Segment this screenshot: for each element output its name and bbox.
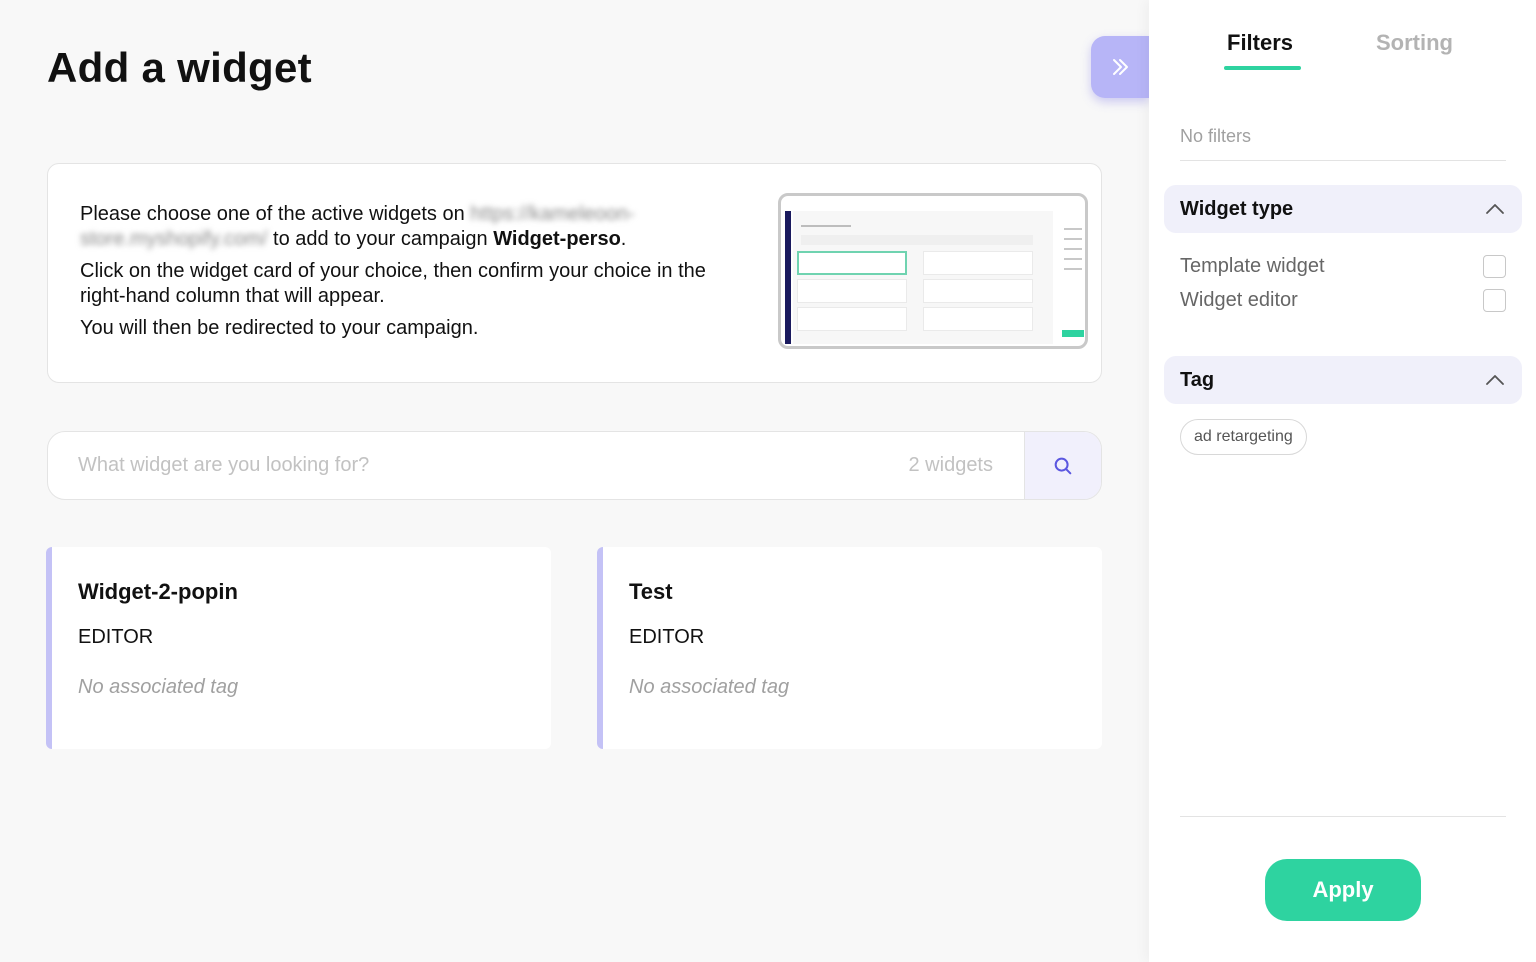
widget-type: EDITOR — [78, 626, 154, 648]
option-template-widget-label: Template widget — [1180, 255, 1325, 277]
widget-name: Widget-2-popin — [78, 579, 238, 604]
preview-panel-line — [1064, 248, 1082, 250]
no-filters-text: No filters — [1180, 126, 1252, 146]
preview-card — [923, 279, 1033, 303]
preview-card-selected — [797, 251, 907, 275]
filter-panel: Filters Sorting No filters Widget type T… — [1149, 0, 1536, 962]
info-card: Please choose one of the active widgets … — [47, 163, 1102, 383]
preview-title-line — [801, 225, 851, 227]
widget-tag: No associated tag — [78, 676, 239, 698]
divider — [1180, 816, 1506, 817]
preview-panel-line — [1064, 238, 1082, 240]
option-widget-editor-label: Widget editor — [1180, 289, 1298, 311]
tag-chip-ad-retargeting[interactable]: ad retargeting — [1180, 419, 1307, 455]
widget-type-title: Widget type — [1180, 198, 1294, 220]
collapse-panel-button[interactable] — [1091, 36, 1149, 98]
info-line-1-prefix: Please choose one of the active widgets … — [80, 203, 465, 225]
apply-button[interactable]: Apply — [1265, 859, 1421, 921]
info-line-2: Click on the widget card of your choice,… — [80, 260, 706, 307]
template-widget-checkbox[interactable] — [1483, 255, 1506, 278]
preview-card — [923, 251, 1033, 275]
tag-title: Tag — [1180, 369, 1215, 391]
info-line-1-suffix: . — [620, 228, 627, 250]
widget-tag: No associated tag — [629, 676, 790, 698]
widget-count: 2 widgets — [908, 454, 994, 476]
tab-sorting[interactable]: Sorting — [1376, 30, 1453, 56]
preview-content — [793, 211, 1053, 344]
preview-apply — [1062, 330, 1084, 337]
search-icon — [1054, 457, 1072, 474]
search-input[interactable] — [78, 432, 878, 499]
info-line-3: You will then be redirected to your camp… — [80, 317, 479, 339]
preview-panel-line — [1064, 258, 1082, 260]
search-bar: 2 widgets — [47, 431, 1102, 500]
info-text: Please choose one of the active widgets … — [80, 202, 740, 348]
widget-card[interactable]: Widget-2-popin EDITOR No associated tag — [46, 547, 551, 749]
widget-card[interactable]: Test EDITOR No associated tag — [597, 547, 1102, 749]
preview-card — [797, 279, 907, 303]
widget-editor-checkbox[interactable] — [1483, 289, 1506, 312]
tab-filters[interactable]: Filters — [1227, 30, 1293, 56]
campaign-name: Widget-perso — [493, 228, 621, 250]
preview-illustration — [778, 193, 1088, 349]
chevron-up-icon — [1486, 204, 1504, 214]
active-tab-indicator — [1224, 66, 1301, 70]
preview-card — [923, 307, 1033, 331]
main-area: Add a widget Please choose one of the ac… — [0, 0, 1149, 962]
preview-panel-line — [1064, 228, 1082, 230]
page-title: Add a widget — [47, 44, 312, 91]
preview-search-line — [801, 235, 1033, 245]
preview-card — [797, 307, 907, 331]
chevron-up-icon — [1486, 375, 1504, 385]
preview-sidebar — [785, 211, 791, 344]
preview-panel-line — [1064, 268, 1082, 270]
search-button[interactable] — [1024, 432, 1101, 499]
info-line-1-middle: to add to your campaign — [273, 228, 488, 250]
widget-type: EDITOR — [629, 626, 705, 648]
widget-type-section-header[interactable]: Widget type — [1164, 185, 1522, 233]
double-chevron-right-icon — [1113, 59, 1128, 75]
tag-section-header[interactable]: Tag — [1164, 356, 1522, 404]
widget-name: Test — [629, 579, 673, 604]
divider — [1180, 160, 1506, 161]
info-line-1: Please choose one of the active widgets … — [80, 202, 740, 252]
